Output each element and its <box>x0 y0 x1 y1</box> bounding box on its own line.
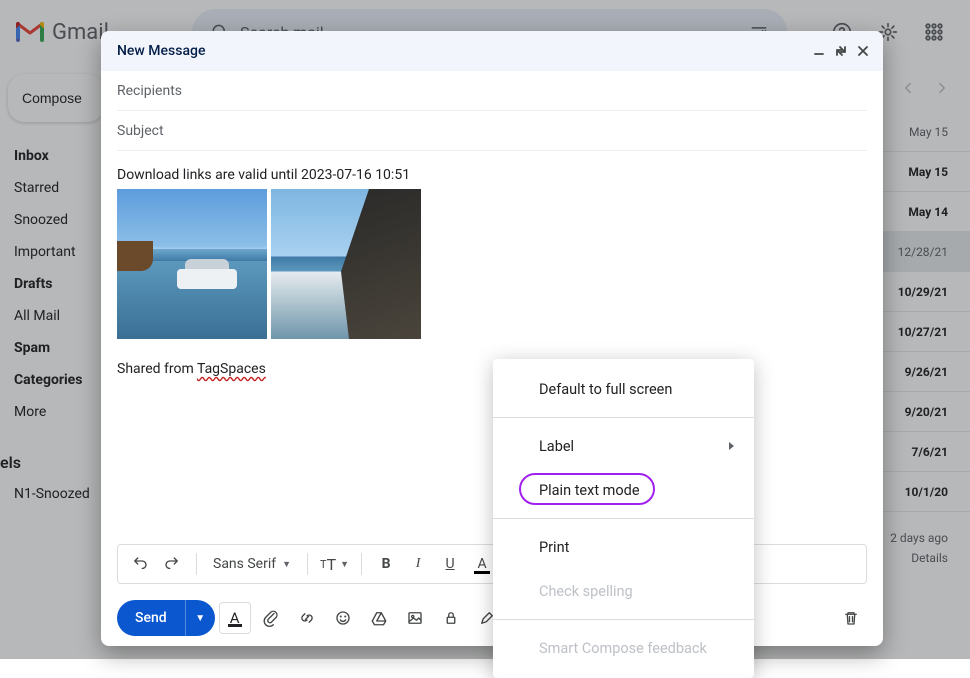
attachment-image-2[interactable] <box>271 189 421 339</box>
menu-default-fullscreen[interactable]: Default to full screen <box>493 367 754 411</box>
menu-plain-text[interactable]: Plain text mode <box>493 468 754 512</box>
font-family-select[interactable]: Sans Serif ▼ <box>207 556 297 572</box>
text-color-icon[interactable]: A <box>468 550 496 578</box>
image-attachments <box>117 189 867 339</box>
shared-app-name: TagSpaces <box>197 361 266 377</box>
compose-label: Compose <box>22 90 82 106</box>
close-icon[interactable] <box>855 43 871 59</box>
dialog-header: New Message <box>101 31 883 71</box>
shared-from-text: Shared from TagSpaces <box>117 361 867 377</box>
discard-draft-icon[interactable] <box>835 602 867 634</box>
next-page-icon[interactable] <box>926 72 958 104</box>
formatting-toggle-icon[interactable]: A <box>219 602 251 634</box>
more-options-menu: Default to full screen Label Plain text … <box>493 359 754 678</box>
apps-icon[interactable] <box>914 12 954 52</box>
subject-field[interactable]: Subject <box>117 111 867 151</box>
underline-icon[interactable]: U <box>436 550 464 578</box>
drive-icon[interactable] <box>363 602 395 634</box>
dropdown-icon: ▼ <box>282 559 291 570</box>
font-size-select[interactable]: TT ▼ <box>318 550 351 578</box>
recipients-placeholder: Recipients <box>117 83 182 99</box>
link-icon[interactable] <box>291 602 323 634</box>
message-body[interactable]: Download links are valid until 2023-07-1… <box>117 151 867 544</box>
formatting-toolbar: Sans Serif ▼ TT ▼ B I U A ▼ <box>117 544 867 584</box>
confidential-icon[interactable] <box>435 602 467 634</box>
highlight-ring <box>519 473 655 505</box>
minimize-icon[interactable] <box>811 43 827 59</box>
subject-placeholder: Subject <box>117 123 164 139</box>
dialog-title: New Message <box>117 43 205 59</box>
menu-smart-compose-feedback[interactable]: Smart Compose feedback <box>493 626 754 670</box>
undo-icon[interactable] <box>126 550 154 578</box>
menu-print[interactable]: Print <box>493 525 754 569</box>
font-family-name: Sans Serif <box>213 556 276 572</box>
compose-dialog: New Message Recipients Subject Download … <box>101 31 883 646</box>
recipients-field[interactable]: Recipients <box>117 71 867 111</box>
send-bar: Send ▼ A <box>117 594 867 646</box>
redo-icon[interactable] <box>158 550 186 578</box>
emoji-icon[interactable] <box>327 602 359 634</box>
compose-button[interactable]: Compose <box>8 74 104 122</box>
menu-label[interactable]: Label <box>493 424 754 468</box>
gmail-logo-icon <box>16 21 44 43</box>
image-icon[interactable] <box>399 602 431 634</box>
send-split-button: Send ▼ <box>117 600 215 636</box>
menu-check-spelling[interactable]: Check spelling <box>493 569 754 613</box>
italic-icon[interactable]: I <box>404 550 432 578</box>
expand-icon[interactable] <box>833 43 849 59</box>
prev-page-icon[interactable] <box>892 72 924 104</box>
send-options-dropdown[interactable]: ▼ <box>185 600 215 636</box>
attach-icon[interactable] <box>255 602 287 634</box>
download-links-text: Download links are valid until 2023-07-1… <box>117 167 867 183</box>
send-button[interactable]: Send <box>117 600 185 636</box>
bold-icon[interactable]: B <box>372 550 400 578</box>
attachment-image-1[interactable] <box>117 189 267 339</box>
